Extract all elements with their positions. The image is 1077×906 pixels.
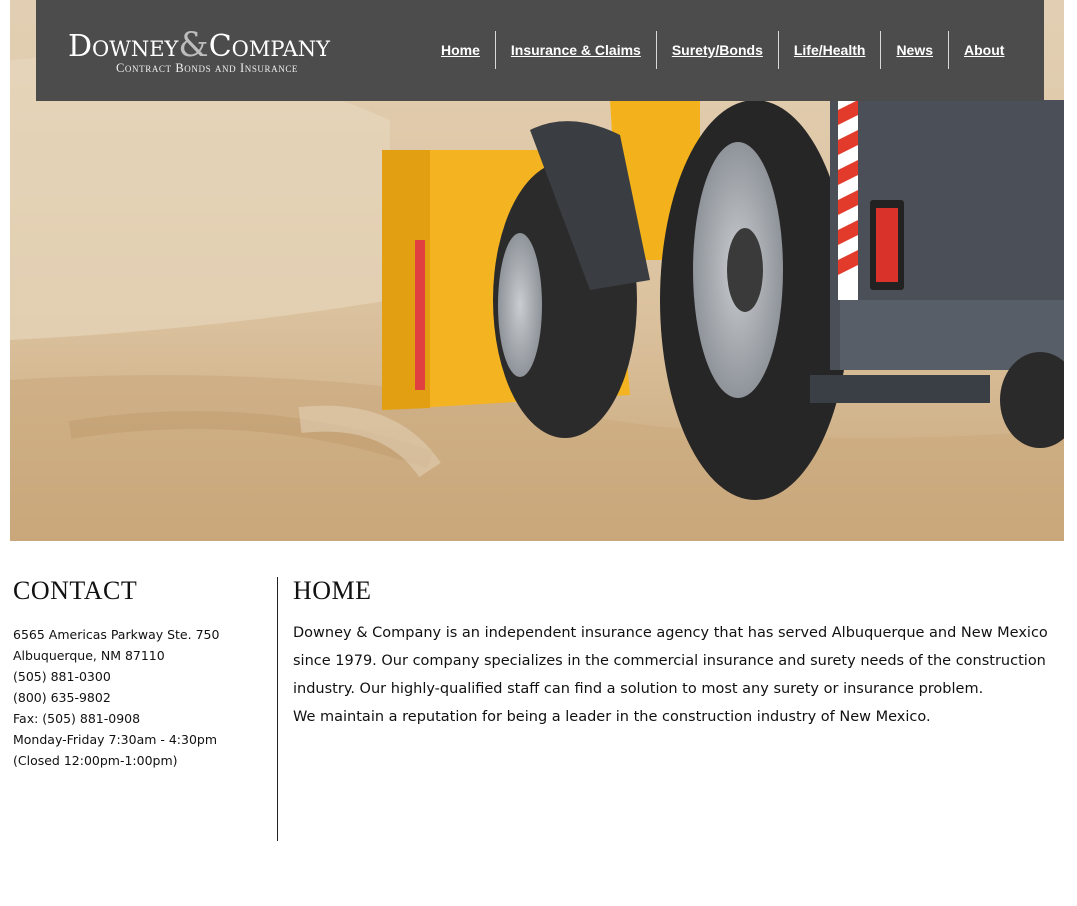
intro-text: Downey & Company is an independent insur… bbox=[293, 625, 1048, 697]
page-title: HOME bbox=[293, 576, 372, 605]
nav-about[interactable]: About bbox=[949, 30, 1019, 70]
company-logo[interactable]: Downey&Company Contract Bonds and Insura… bbox=[68, 28, 398, 78]
contact-heading: CONTACT bbox=[13, 576, 138, 605]
site-header: Downey&Company Contract Bonds and Insura… bbox=[36, 0, 1044, 101]
nav-life-health[interactable]: Life/Health bbox=[779, 30, 881, 70]
contact-section: CONTACT 6565 Americas Parkway Ste. 750 A… bbox=[13, 576, 268, 771]
contact-details: 6565 Americas Parkway Ste. 750 Albuquerq… bbox=[13, 624, 268, 771]
nav-news[interactable]: News bbox=[881, 30, 948, 70]
logo-ampersand: & bbox=[178, 25, 209, 65]
vertical-divider bbox=[277, 577, 278, 841]
nav-home[interactable]: Home bbox=[426, 30, 495, 70]
logo-name-part2: Company bbox=[208, 29, 330, 64]
logo-wordmark: Downey&Company bbox=[68, 28, 330, 64]
contact-hours: Monday-Friday 7:30am - 4:30pm bbox=[13, 732, 218, 747]
nav-surety-bonds[interactable]: Surety/Bonds bbox=[657, 30, 778, 70]
logo-name-part1: Downey bbox=[68, 29, 179, 64]
contact-phone[interactable]: (505) 881-0300 bbox=[13, 666, 268, 687]
contact-address-line2: Albuquerque, NM 87110 bbox=[13, 648, 165, 663]
contact-closed-hours: (Closed 12:00pm-1:00pm) bbox=[13, 753, 178, 768]
contact-tollfree[interactable]: (800) 635-9802 bbox=[13, 687, 268, 708]
nav-insurance-claims[interactable]: Insurance & Claims bbox=[496, 30, 656, 70]
main-nav: Home Insurance & Claims Surety/Bonds Lif… bbox=[426, 30, 1019, 70]
main-content: HOME Downey & Company is an independent … bbox=[293, 576, 1053, 731]
intro-paragraph: Downey & Company is an independent insur… bbox=[293, 619, 1053, 731]
reputation-text: We maintain a reputation for being a lea… bbox=[293, 709, 931, 725]
contact-address-line1: 6565 Americas Parkway Ste. 750 bbox=[13, 627, 220, 642]
contact-fax: Fax: (505) 881-0908 bbox=[13, 711, 141, 726]
logo-tagline: Contract Bonds and Insurance bbox=[116, 61, 299, 75]
